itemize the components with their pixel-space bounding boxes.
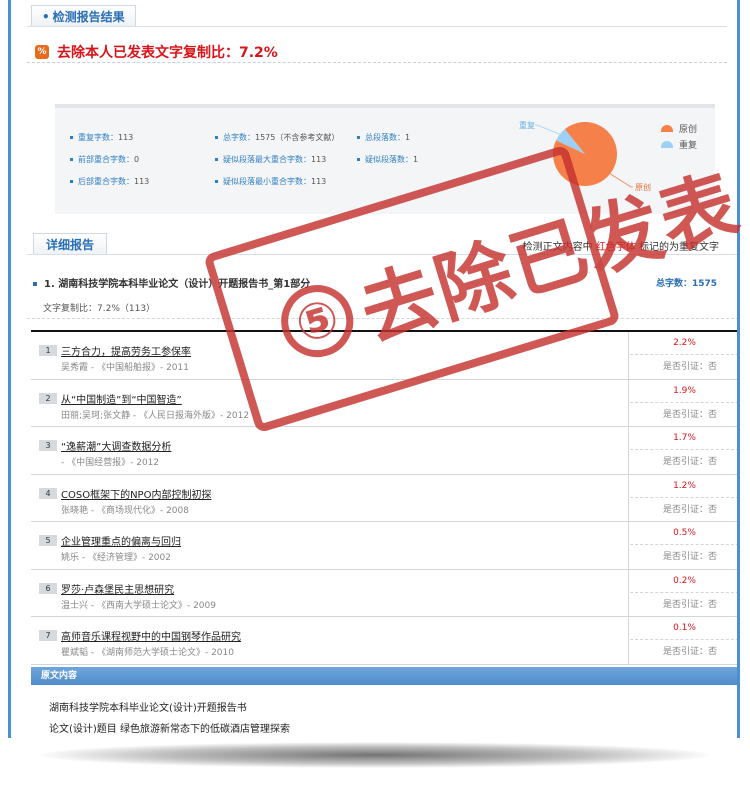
result-info: 5 企业管理重点的偏离与回归姚乐 - 《经济管理》- 2002	[31, 522, 629, 569]
headline-text: 去除本人已发表文字复制比：7.2%	[57, 45, 278, 61]
result-title-link[interactable]: 高师音乐课程视野中的中国钢琴作品研究	[61, 628, 241, 643]
pie-label-duplicate: 重复	[519, 120, 535, 130]
result-citation: 是否引证：否	[662, 409, 717, 420]
result-citation: 是否引证：否	[662, 552, 717, 562]
result-citation: 是否引证：否	[662, 599, 717, 610]
divider	[27, 62, 727, 63]
stat-max-para-dup: 疑似段落最大重合字数：113	[215, 154, 326, 165]
tab-detail-report[interactable]: 详细报告	[33, 233, 108, 255]
result-info: 4 COSO框架下的NPO内部控制初探张晓艳 - 《商场现代化》- 2008	[31, 474, 629, 521]
legend-item-original: 原创	[661, 120, 697, 136]
result-title-link[interactable]: 企业管理重点的偏离与回归	[61, 533, 181, 548]
page-shadow	[40, 742, 710, 768]
result-info: 7 高师音乐课程视野中的中国钢琴作品研究瞿斌韬 - 《湖南师范大学硕士论文》- 2…	[31, 617, 629, 664]
stat-sus-paras: 疑似段落数：1	[357, 154, 418, 165]
original-content-bar[interactable]: 原文内容	[31, 667, 737, 685]
result-number: 5	[39, 535, 57, 546]
result-number: 3	[39, 440, 57, 451]
result-citation: 是否引证：否	[662, 504, 717, 515]
chart-legend: 原创 重复	[661, 120, 697, 152]
stamp-circle-number: ⑤	[272, 276, 363, 367]
result-source: 瞿斌韬 - 《湖南师范大学硕士论文》- 2010	[61, 648, 234, 658]
original-line-2: 论文(设计)题目 绿色旅游新常态下的低碳酒店管理探索	[49, 724, 290, 735]
result-row: 6 罗莎·卢森堡民主思想研究温士兴 - 《西南大学硕士论文》- 2009 0.2% 是…	[31, 569, 737, 617]
result-source: - 《中国经营报》- 2012	[61, 458, 160, 468]
result-info: 6 罗莎·卢森堡民主思想研究温士兴 - 《西南大学硕士论文》- 2009	[31, 569, 629, 616]
result-number: 7	[39, 630, 57, 641]
result-percent: 1.9%	[630, 380, 737, 403]
section-tab-result[interactable]: • 检测报告结果	[31, 5, 136, 27]
result-title-link[interactable]: “逸薪潮”大调查数据分析	[61, 438, 171, 453]
stat-back-dup: 后部重合字数：113	[70, 176, 149, 187]
headline: % 去除本人已发表文字复制比：7.2%	[35, 42, 278, 62]
result-source: 张晓艳 - 《商场现代化》- 2008	[61, 505, 189, 516]
result-row: 5 企业管理重点的偏离与回归姚乐 - 《经济管理》- 2002 0.5% 是否引证：否	[31, 522, 737, 570]
divider	[27, 26, 727, 27]
result-number: 6	[39, 582, 57, 594]
result-citation: 是否引证：否	[662, 647, 717, 657]
result-source: 吴秀霞 - 《中国船舶报》- 2011	[61, 363, 189, 373]
document-copy-ratio: 文字复制比：7.2%（113）	[43, 304, 156, 314]
result-title-link[interactable]: 三方合力，提高劳务工参保率	[61, 343, 191, 358]
result-number: 2	[39, 392, 57, 404]
stat-min-para-dup: 疑似段落最小重合字数：113	[215, 176, 326, 187]
result-info: 3 “逸薪潮”大调查数据分析 - 《中国经营报》- 2012	[31, 427, 629, 474]
stat-total-paras: 总段落数：1	[357, 132, 410, 143]
result-row: 3 “逸薪潮”大调查数据分析 - 《中国经营报》- 2012 1.7% 是否引证：否	[31, 427, 737, 475]
result-percent: 0.1%	[630, 617, 737, 640]
result-percent: 0.2%	[630, 570, 737, 593]
result-source: 温士兴 - 《西南大学硕士论文》- 2009	[61, 600, 216, 611]
result-percent: 1.2%	[630, 475, 737, 498]
document-total-chars: 总字数：1575	[655, 279, 717, 289]
result-source: 姚乐 - 《经济管理》- 2002	[61, 553, 171, 563]
stat-total-chars: 总字数：1575（不含参考文献）	[215, 132, 339, 143]
result-number: 1	[39, 345, 57, 356]
section-title: 检测报告结果	[52, 10, 125, 24]
stat-front-dup: 前部重合字数：0	[70, 154, 139, 165]
result-title-link[interactable]: 从“中国制造”到“中国智造”	[61, 391, 182, 406]
result-citation: 是否引证：否	[662, 362, 717, 372]
pie-leader-line	[535, 124, 560, 135]
result-row: 4 COSO框架下的NPO内部控制初探张晓艳 - 《商场现代化》- 2008 1.2…	[31, 474, 737, 522]
result-source: 田丽;吴珂;张文静 - 《人民日报海外版》- 2012	[61, 410, 250, 421]
result-percent: 1.7%	[630, 427, 737, 450]
result-row: 7 高师音乐课程视野中的中国钢琴作品研究瞿斌韬 - 《湖南师范大学硕士论文》- 2…	[31, 617, 737, 665]
original-line-1: 湖南科技学院本科毕业论文(设计)开题报告书	[49, 703, 247, 714]
result-percent: 0.5%	[630, 522, 737, 545]
result-number: 4	[39, 487, 57, 499]
result-title-link[interactable]: COSO框架下的NPO内部控制初探	[61, 486, 211, 501]
percent-icon: %	[35, 45, 49, 59]
stat-dup-chars: 重复字数：113	[70, 132, 133, 143]
result-percent: 2.2%	[630, 332, 737, 355]
result-title-link[interactable]: 罗莎·卢森堡民主思想研究	[61, 581, 174, 596]
result-citation: 是否引证：否	[662, 457, 717, 467]
